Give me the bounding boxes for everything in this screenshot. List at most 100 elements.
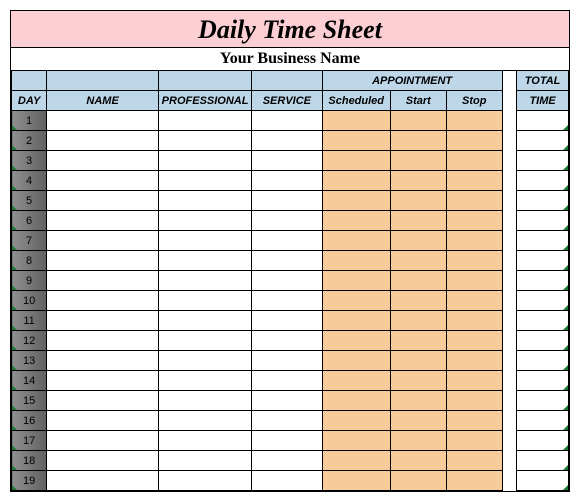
cell-total[interactable] — [517, 211, 569, 231]
cell-day[interactable]: 12 — [12, 331, 47, 351]
business-name[interactable]: Your Business Name — [11, 48, 569, 71]
cell-scheduled[interactable] — [322, 131, 390, 151]
cell-professional[interactable] — [158, 371, 251, 391]
cell-day[interactable]: 1 — [12, 111, 47, 131]
cell-professional[interactable] — [158, 291, 251, 311]
cell-service[interactable] — [252, 471, 322, 491]
cell-total[interactable] — [517, 271, 569, 291]
cell-start[interactable] — [390, 211, 446, 231]
cell-stop[interactable] — [446, 311, 502, 331]
cell-service[interactable] — [252, 451, 322, 471]
cell-stop[interactable] — [446, 171, 502, 191]
cell-stop[interactable] — [446, 231, 502, 251]
cell-day[interactable]: 9 — [12, 271, 47, 291]
cell-professional[interactable] — [158, 271, 251, 291]
cell-start[interactable] — [390, 451, 446, 471]
cell-total[interactable] — [517, 291, 569, 311]
cell-stop[interactable] — [446, 431, 502, 451]
cell-start[interactable] — [390, 471, 446, 491]
cell-scheduled[interactable] — [322, 391, 390, 411]
cell-professional[interactable] — [158, 111, 251, 131]
cell-stop[interactable] — [446, 411, 502, 431]
cell-day[interactable]: 6 — [12, 211, 47, 231]
cell-day[interactable]: 4 — [12, 171, 47, 191]
cell-stop[interactable] — [446, 471, 502, 491]
cell-start[interactable] — [390, 351, 446, 371]
cell-start[interactable] — [390, 331, 446, 351]
cell-service[interactable] — [252, 431, 322, 451]
cell-service[interactable] — [252, 291, 322, 311]
cell-professional[interactable] — [158, 431, 251, 451]
cell-day[interactable]: 14 — [12, 371, 47, 391]
cell-professional[interactable] — [158, 331, 251, 351]
cell-day[interactable]: 11 — [12, 311, 47, 331]
cell-start[interactable] — [390, 111, 446, 131]
cell-service[interactable] — [252, 411, 322, 431]
cell-service[interactable] — [252, 171, 322, 191]
cell-scheduled[interactable] — [322, 211, 390, 231]
cell-start[interactable] — [390, 131, 446, 151]
cell-start[interactable] — [390, 191, 446, 211]
cell-stop[interactable] — [446, 331, 502, 351]
cell-scheduled[interactable] — [322, 231, 390, 251]
cell-total[interactable] — [517, 471, 569, 491]
cell-service[interactable] — [252, 311, 322, 331]
cell-name[interactable] — [47, 171, 159, 191]
cell-service[interactable] — [252, 111, 322, 131]
cell-total[interactable] — [517, 351, 569, 371]
cell-stop[interactable] — [446, 191, 502, 211]
cell-stop[interactable] — [446, 391, 502, 411]
cell-name[interactable] — [47, 431, 159, 451]
cell-day[interactable]: 3 — [12, 151, 47, 171]
cell-start[interactable] — [390, 291, 446, 311]
cell-start[interactable] — [390, 171, 446, 191]
cell-day[interactable]: 15 — [12, 391, 47, 411]
cell-scheduled[interactable] — [322, 451, 390, 471]
cell-scheduled[interactable] — [322, 471, 390, 491]
cell-start[interactable] — [390, 311, 446, 331]
cell-total[interactable] — [517, 231, 569, 251]
cell-professional[interactable] — [158, 251, 251, 271]
cell-total[interactable] — [517, 251, 569, 271]
cell-start[interactable] — [390, 231, 446, 251]
cell-scheduled[interactable] — [322, 271, 390, 291]
cell-stop[interactable] — [446, 451, 502, 471]
cell-professional[interactable] — [158, 171, 251, 191]
cell-start[interactable] — [390, 411, 446, 431]
cell-name[interactable] — [47, 451, 159, 471]
cell-day[interactable]: 16 — [12, 411, 47, 431]
cell-name[interactable] — [47, 111, 159, 131]
cell-total[interactable] — [517, 451, 569, 471]
cell-day[interactable]: 8 — [12, 251, 47, 271]
cell-scheduled[interactable] — [322, 291, 390, 311]
cell-start[interactable] — [390, 431, 446, 451]
cell-service[interactable] — [252, 371, 322, 391]
cell-name[interactable] — [47, 271, 159, 291]
cell-scheduled[interactable] — [322, 111, 390, 131]
cell-name[interactable] — [47, 231, 159, 251]
cell-name[interactable] — [47, 351, 159, 371]
cell-professional[interactable] — [158, 131, 251, 151]
cell-total[interactable] — [517, 311, 569, 331]
cell-start[interactable] — [390, 151, 446, 171]
cell-total[interactable] — [517, 411, 569, 431]
cell-start[interactable] — [390, 391, 446, 411]
cell-name[interactable] — [47, 471, 159, 491]
cell-name[interactable] — [47, 131, 159, 151]
cell-professional[interactable] — [158, 411, 251, 431]
cell-scheduled[interactable] — [322, 191, 390, 211]
cell-day[interactable]: 2 — [12, 131, 47, 151]
cell-scheduled[interactable] — [322, 411, 390, 431]
cell-service[interactable] — [252, 331, 322, 351]
cell-day[interactable]: 17 — [12, 431, 47, 451]
cell-professional[interactable] — [158, 391, 251, 411]
cell-stop[interactable] — [446, 211, 502, 231]
cell-stop[interactable] — [446, 371, 502, 391]
cell-name[interactable] — [47, 331, 159, 351]
cell-start[interactable] — [390, 251, 446, 271]
cell-day[interactable]: 13 — [12, 351, 47, 371]
cell-day[interactable]: 18 — [12, 451, 47, 471]
cell-stop[interactable] — [446, 351, 502, 371]
cell-total[interactable] — [517, 431, 569, 451]
cell-name[interactable] — [47, 191, 159, 211]
